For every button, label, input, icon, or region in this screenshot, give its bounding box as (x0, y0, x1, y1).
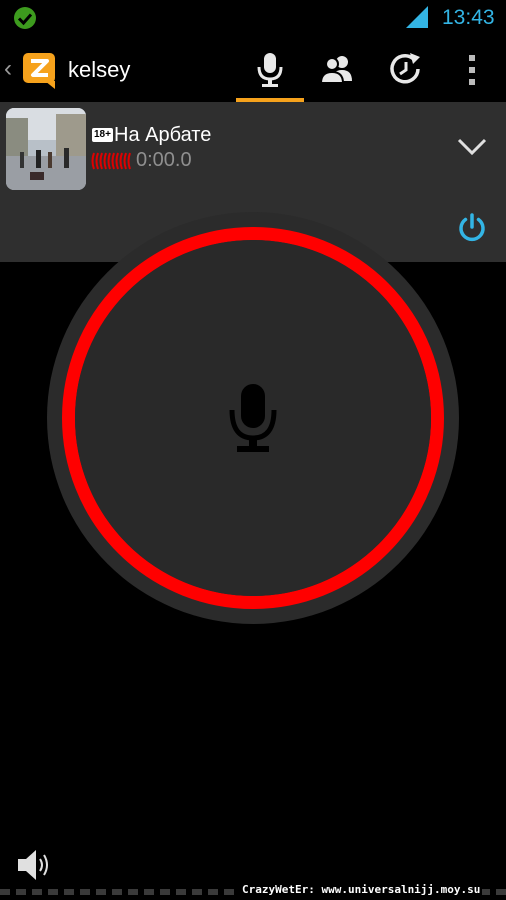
power-icon[interactable] (456, 212, 488, 244)
tab-history[interactable] (371, 36, 439, 102)
talk-timer: 0:00.0 (136, 149, 192, 171)
speaker-icon[interactable] (16, 846, 52, 884)
watermark-text: CrazyWetEr: www.universalnijj.moy.su (240, 883, 483, 896)
channel-thumbnail (6, 108, 86, 190)
tab-contacts[interactable] (303, 36, 371, 102)
contacts-icon (320, 56, 352, 84)
check-circle-icon (14, 7, 36, 29)
user-name: kelsey (68, 57, 131, 82)
history-icon (390, 53, 420, 84)
tab-talk[interactable] (236, 36, 304, 104)
status-bar: 13:43 (0, 0, 506, 36)
microphone-icon (229, 384, 277, 452)
channel-name: На Арбате (114, 124, 212, 146)
up-caret-icon[interactable]: ‹ (4, 55, 12, 83)
app-logo-icon[interactable] (21, 51, 61, 91)
audio-level-meter (91, 152, 131, 170)
microphone-icon (257, 53, 283, 87)
action-bar: ‹ kelsey (0, 36, 506, 104)
age-rating-badge: 18+ (92, 128, 113, 142)
overflow-menu-icon[interactable] (452, 50, 492, 90)
clock: 13:43 (442, 6, 495, 29)
chevron-down-icon[interactable] (456, 136, 488, 158)
signal-icon (406, 6, 428, 28)
